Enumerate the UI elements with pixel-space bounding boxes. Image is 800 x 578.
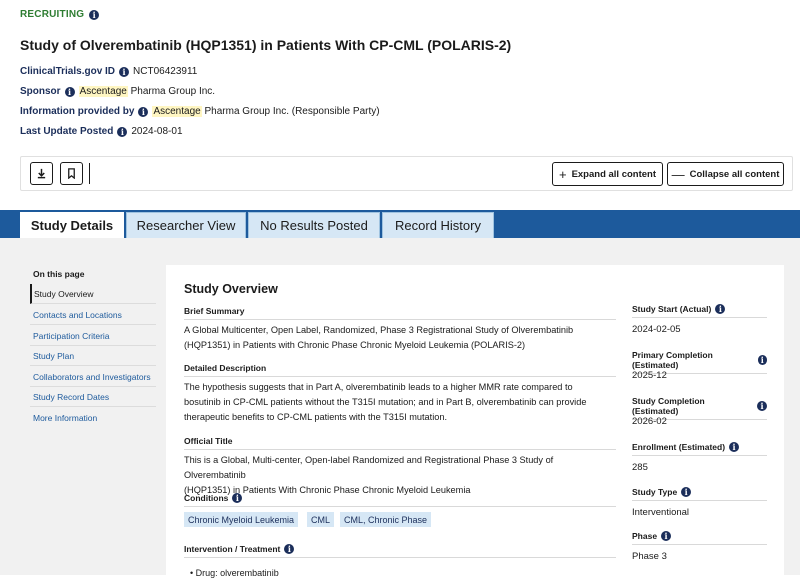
provided-by-row: Information provided by i Ascentage Phar… (20, 106, 380, 117)
brief-summary-heading: Brief Summary (184, 306, 616, 320)
provided-by-value: Ascentage Pharma Group Inc. (Responsible… (152, 106, 380, 117)
detailed-description-line: therapeutic benefits to CP-CML patients … (184, 412, 448, 422)
info-icon[interactable]: i (64, 86, 75, 97)
brief-summary-label: Brief Summary (184, 306, 245, 316)
expand-all-label: Expand all content (571, 168, 657, 180)
detailed-description-text: The hypothesis suggests that in Part A, … (184, 380, 614, 425)
info-icon[interactable]: i (729, 442, 740, 452)
tab-no-results-posted[interactable]: No Results Posted (248, 212, 380, 238)
condition-chip[interactable]: CML, Chronic Phase (340, 512, 432, 527)
study-start-value: 2024-02-05 (632, 324, 681, 335)
brief-summary-line: (HQP1351) in Patients with Chronic Phase… (184, 340, 526, 350)
info-icon[interactable]: i (681, 487, 692, 497)
download-icon (37, 168, 46, 179)
bookmark-icon (68, 168, 75, 179)
official-title-line: This is a Global, Multi-center, Open-lab… (184, 455, 554, 480)
study-overview-title: Study Overview (184, 282, 278, 296)
intervention-text: Drug: olverembatinib (195, 568, 279, 578)
study-completion-value: 2026-02 (632, 416, 667, 427)
condition-chip[interactable]: CML (307, 512, 335, 527)
info-icon[interactable]: i (138, 106, 149, 117)
intervention-item: • Drug: olverembatinib (190, 568, 279, 578)
detailed-description-heading: Detailed Description (184, 363, 616, 377)
primary-completion-label: Primary Completion (Estimated) (632, 350, 713, 370)
info-icon[interactable]: i (89, 9, 100, 20)
tab-researcher-view[interactable]: Researcher View (126, 212, 246, 238)
last-update-row: Last Update Posted i 2024-08-01 (20, 126, 183, 137)
official-title-label: Official Title (184, 436, 233, 446)
brief-summary-line: A Global Multicenter, Open Label, Random… (184, 325, 574, 335)
info-icon[interactable]: i (284, 544, 295, 554)
phase-value: Phase 3 (632, 551, 667, 562)
recruiting-status: RECRUITING i (20, 9, 100, 20)
study-start-label: Study Start (Actual) (632, 304, 712, 314)
info-icon[interactable]: i (757, 401, 767, 411)
download-button[interactable] (30, 162, 53, 185)
info-icon[interactable]: i (117, 126, 128, 137)
last-update-value: 2024-08-01 (131, 126, 183, 137)
official-title-heading: Official Title (184, 436, 616, 450)
tab-record-history[interactable]: Record History (382, 212, 494, 238)
study-start-heading: Study Start (Actual) i (632, 304, 767, 318)
sponsor-rest: Pharma Group Inc. (127, 86, 216, 97)
toolbar-divider (89, 163, 90, 184)
nav-item-study-plan[interactable]: Study Plan (30, 346, 156, 366)
last-update-label: Last Update Posted (20, 126, 114, 137)
minus-icon: — (671, 166, 685, 182)
nav-item-record-dates[interactable]: Study Record Dates (30, 387, 156, 407)
page-title: Study of Olverembatinib (HQP1351) in Pat… (20, 37, 512, 53)
phase-label: Phase (632, 531, 658, 541)
detailed-description-label: Detailed Description (184, 363, 267, 373)
condition-chip[interactable]: Chronic Myeloid Leukemia (184, 512, 299, 527)
conditions-heading: Conditions i (184, 493, 616, 507)
study-type-heading: Study Type i (632, 487, 767, 501)
info-icon[interactable]: i (661, 531, 672, 541)
conditions-label: Conditions (184, 493, 229, 503)
enrollment-label: Enrollment (Estimated) (632, 442, 726, 452)
detailed-description-line: The hypothesis suggests that in Part A, … (184, 382, 573, 392)
study-type-label: Study Type (632, 487, 678, 497)
study-completion-label: Study Completion (Estimated) (632, 396, 705, 416)
collapse-all-label: Collapse all content (689, 168, 780, 180)
nav-item-study-overview[interactable]: Study Overview (30, 284, 156, 304)
enrollment-heading: Enrollment (Estimated) i (632, 442, 767, 456)
official-title-text: This is a Global, Multi-center, Open-lab… (184, 453, 614, 498)
trial-id-value: NCT06423911 (133, 66, 198, 77)
provided-by-rest: Pharma Group Inc. (Responsible Party) (201, 106, 380, 117)
provided-by-label: Information provided by (20, 106, 135, 117)
info-icon[interactable]: i (715, 304, 726, 314)
sponsor-row: Sponsor i Ascentage Pharma Group Inc. (20, 86, 215, 97)
intervention-label: Intervention / Treatment (184, 544, 281, 554)
detailed-description-line: bosutinib in CP-CML patients without the… (184, 397, 587, 407)
expand-all-button[interactable]: + Expand all content (552, 162, 663, 186)
plus-icon: + (558, 166, 567, 182)
primary-completion-value: 2025-12 (632, 370, 667, 381)
search-highlight: Ascentage (78, 86, 128, 97)
tab-study-details[interactable]: Study Details (20, 212, 124, 238)
on-this-page-title: On this page (33, 269, 85, 279)
enrollment-value: 285 (632, 462, 648, 473)
search-highlight: Ascentage (152, 106, 202, 117)
info-icon[interactable]: i (119, 66, 130, 77)
collapse-all-button[interactable]: — Collapse all content (667, 162, 784, 186)
sponsor-label: Sponsor (20, 86, 61, 97)
trial-id-label: ClinicalTrials.gov ID (20, 66, 116, 77)
status-label: RECRUITING (20, 9, 85, 20)
intervention-heading: Intervention / Treatment i (184, 544, 616, 558)
study-type-value: Interventional (632, 507, 690, 518)
nav-item-more-information[interactable]: More Information (30, 408, 156, 428)
nav-item-participation-criteria[interactable]: Participation Criteria (30, 326, 156, 346)
sponsor-value: Ascentage Pharma Group Inc. (78, 86, 216, 97)
nav-item-contacts-locations[interactable]: Contacts and Locations (30, 305, 156, 325)
trial-id-row: ClinicalTrials.gov ID i NCT06423911 (20, 66, 197, 77)
info-icon[interactable]: i (232, 493, 243, 503)
nav-item-collaborators[interactable]: Collaborators and Investigators (30, 367, 156, 387)
brief-summary-text: A Global Multicenter, Open Label, Random… (184, 323, 614, 353)
phase-heading: Phase i (632, 531, 767, 545)
info-icon[interactable]: i (757, 355, 767, 365)
bookmark-button[interactable] (60, 162, 83, 185)
